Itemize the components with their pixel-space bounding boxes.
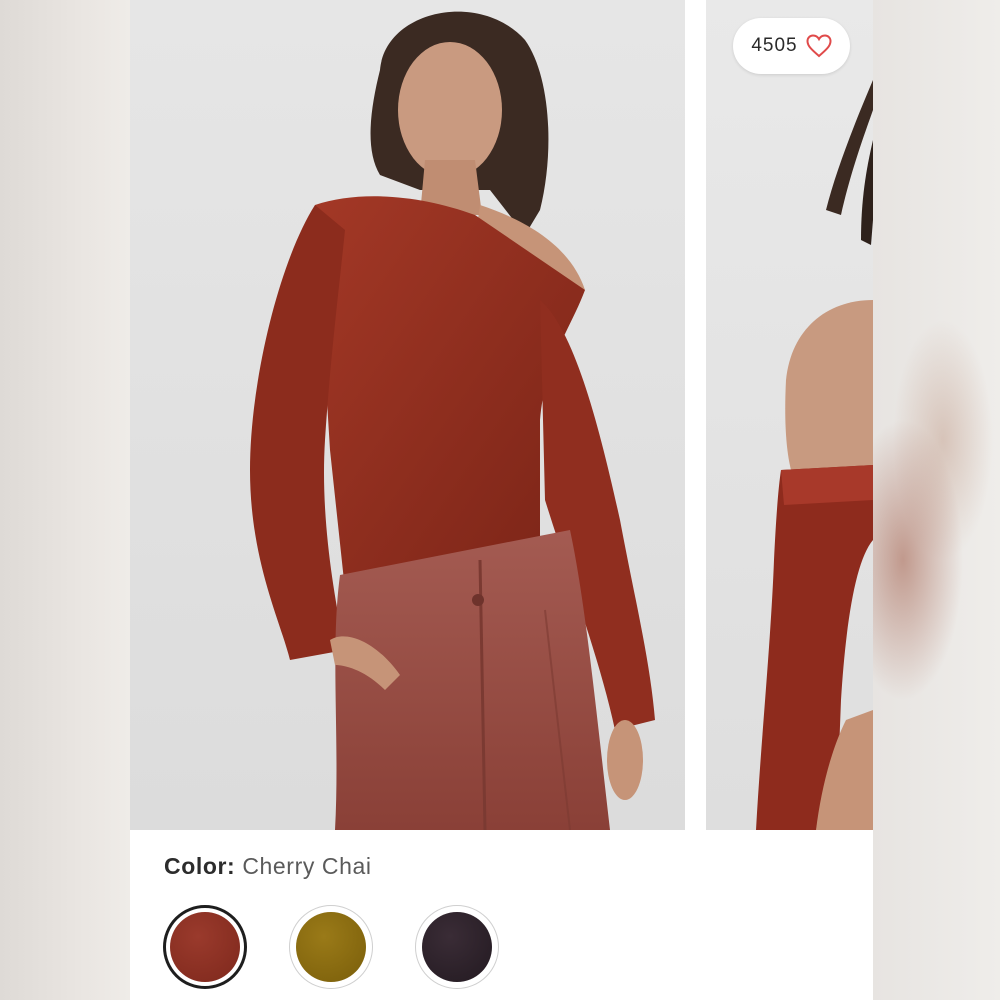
image-gallery[interactable]: 4505	[130, 0, 873, 830]
swatch-dark-plum[interactable]	[415, 905, 499, 989]
swatch-golden[interactable]	[289, 905, 373, 989]
like-button[interactable]: 4505	[733, 18, 850, 74]
product-card: 4505 Color: Cherry Chai	[130, 0, 873, 1000]
swatch-fill	[296, 912, 366, 982]
swatch-cherry-chai[interactable]	[163, 905, 247, 989]
heart-icon	[806, 34, 832, 58]
color-label: Color:	[164, 853, 236, 879]
selected-color-name: Cherry Chai	[242, 853, 372, 879]
blurred-backdrop-right	[873, 0, 1000, 1000]
product-photo-side[interactable]	[706, 0, 873, 830]
swatch-fill	[422, 912, 492, 982]
color-selection-label: Color: Cherry Chai	[164, 853, 372, 880]
product-photo-main[interactable]	[130, 0, 685, 830]
blurred-backdrop-left	[0, 0, 130, 1000]
like-count: 4505	[751, 35, 798, 56]
swatch-fill	[170, 912, 240, 982]
